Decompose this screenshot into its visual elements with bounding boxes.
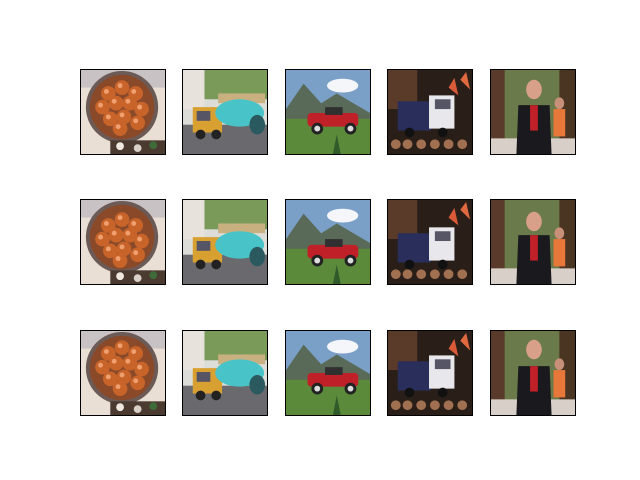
thumbnail-truck-with-cyan-blob	[182, 69, 268, 155]
thumbnail-image	[81, 200, 165, 284]
thumbnail-image	[491, 331, 575, 415]
thumbnail-image	[286, 331, 370, 415]
thumbnail-garbage-truck-crowd	[387, 69, 473, 155]
thumbnail-garbage-truck-crowd	[387, 330, 473, 416]
thumbnail-truck-with-cyan-blob	[182, 330, 268, 416]
thumbnail-image	[491, 200, 575, 284]
thumbnail-man-in-dark-suit	[490, 330, 576, 416]
thumbnail-image	[388, 331, 472, 415]
thumbnail-bowl-of-oranges	[80, 330, 166, 416]
thumbnail-image	[183, 331, 267, 415]
thumbnail-man-in-dark-suit	[490, 199, 576, 285]
thumbnail-image	[183, 200, 267, 284]
thumbnail-bowl-of-oranges	[80, 199, 166, 285]
thumbnail-truck-with-cyan-blob	[182, 199, 268, 285]
image-grid	[0, 0, 640, 480]
thumbnail-image	[286, 200, 370, 284]
thumbnail-image	[286, 70, 370, 154]
thumbnail-image	[388, 200, 472, 284]
thumbnail-bowl-of-oranges	[80, 69, 166, 155]
thumbnail-man-in-dark-suit	[490, 69, 576, 155]
thumbnail-garbage-truck-crowd	[387, 199, 473, 285]
thumbnail-image	[388, 70, 472, 154]
thumbnail-image	[81, 331, 165, 415]
thumbnail-image	[491, 70, 575, 154]
thumbnail-image	[183, 70, 267, 154]
thumbnail-red-classic-car	[285, 330, 371, 416]
thumbnail-red-classic-car	[285, 69, 371, 155]
thumbnail-red-classic-car	[285, 199, 371, 285]
thumbnail-image	[81, 70, 165, 154]
